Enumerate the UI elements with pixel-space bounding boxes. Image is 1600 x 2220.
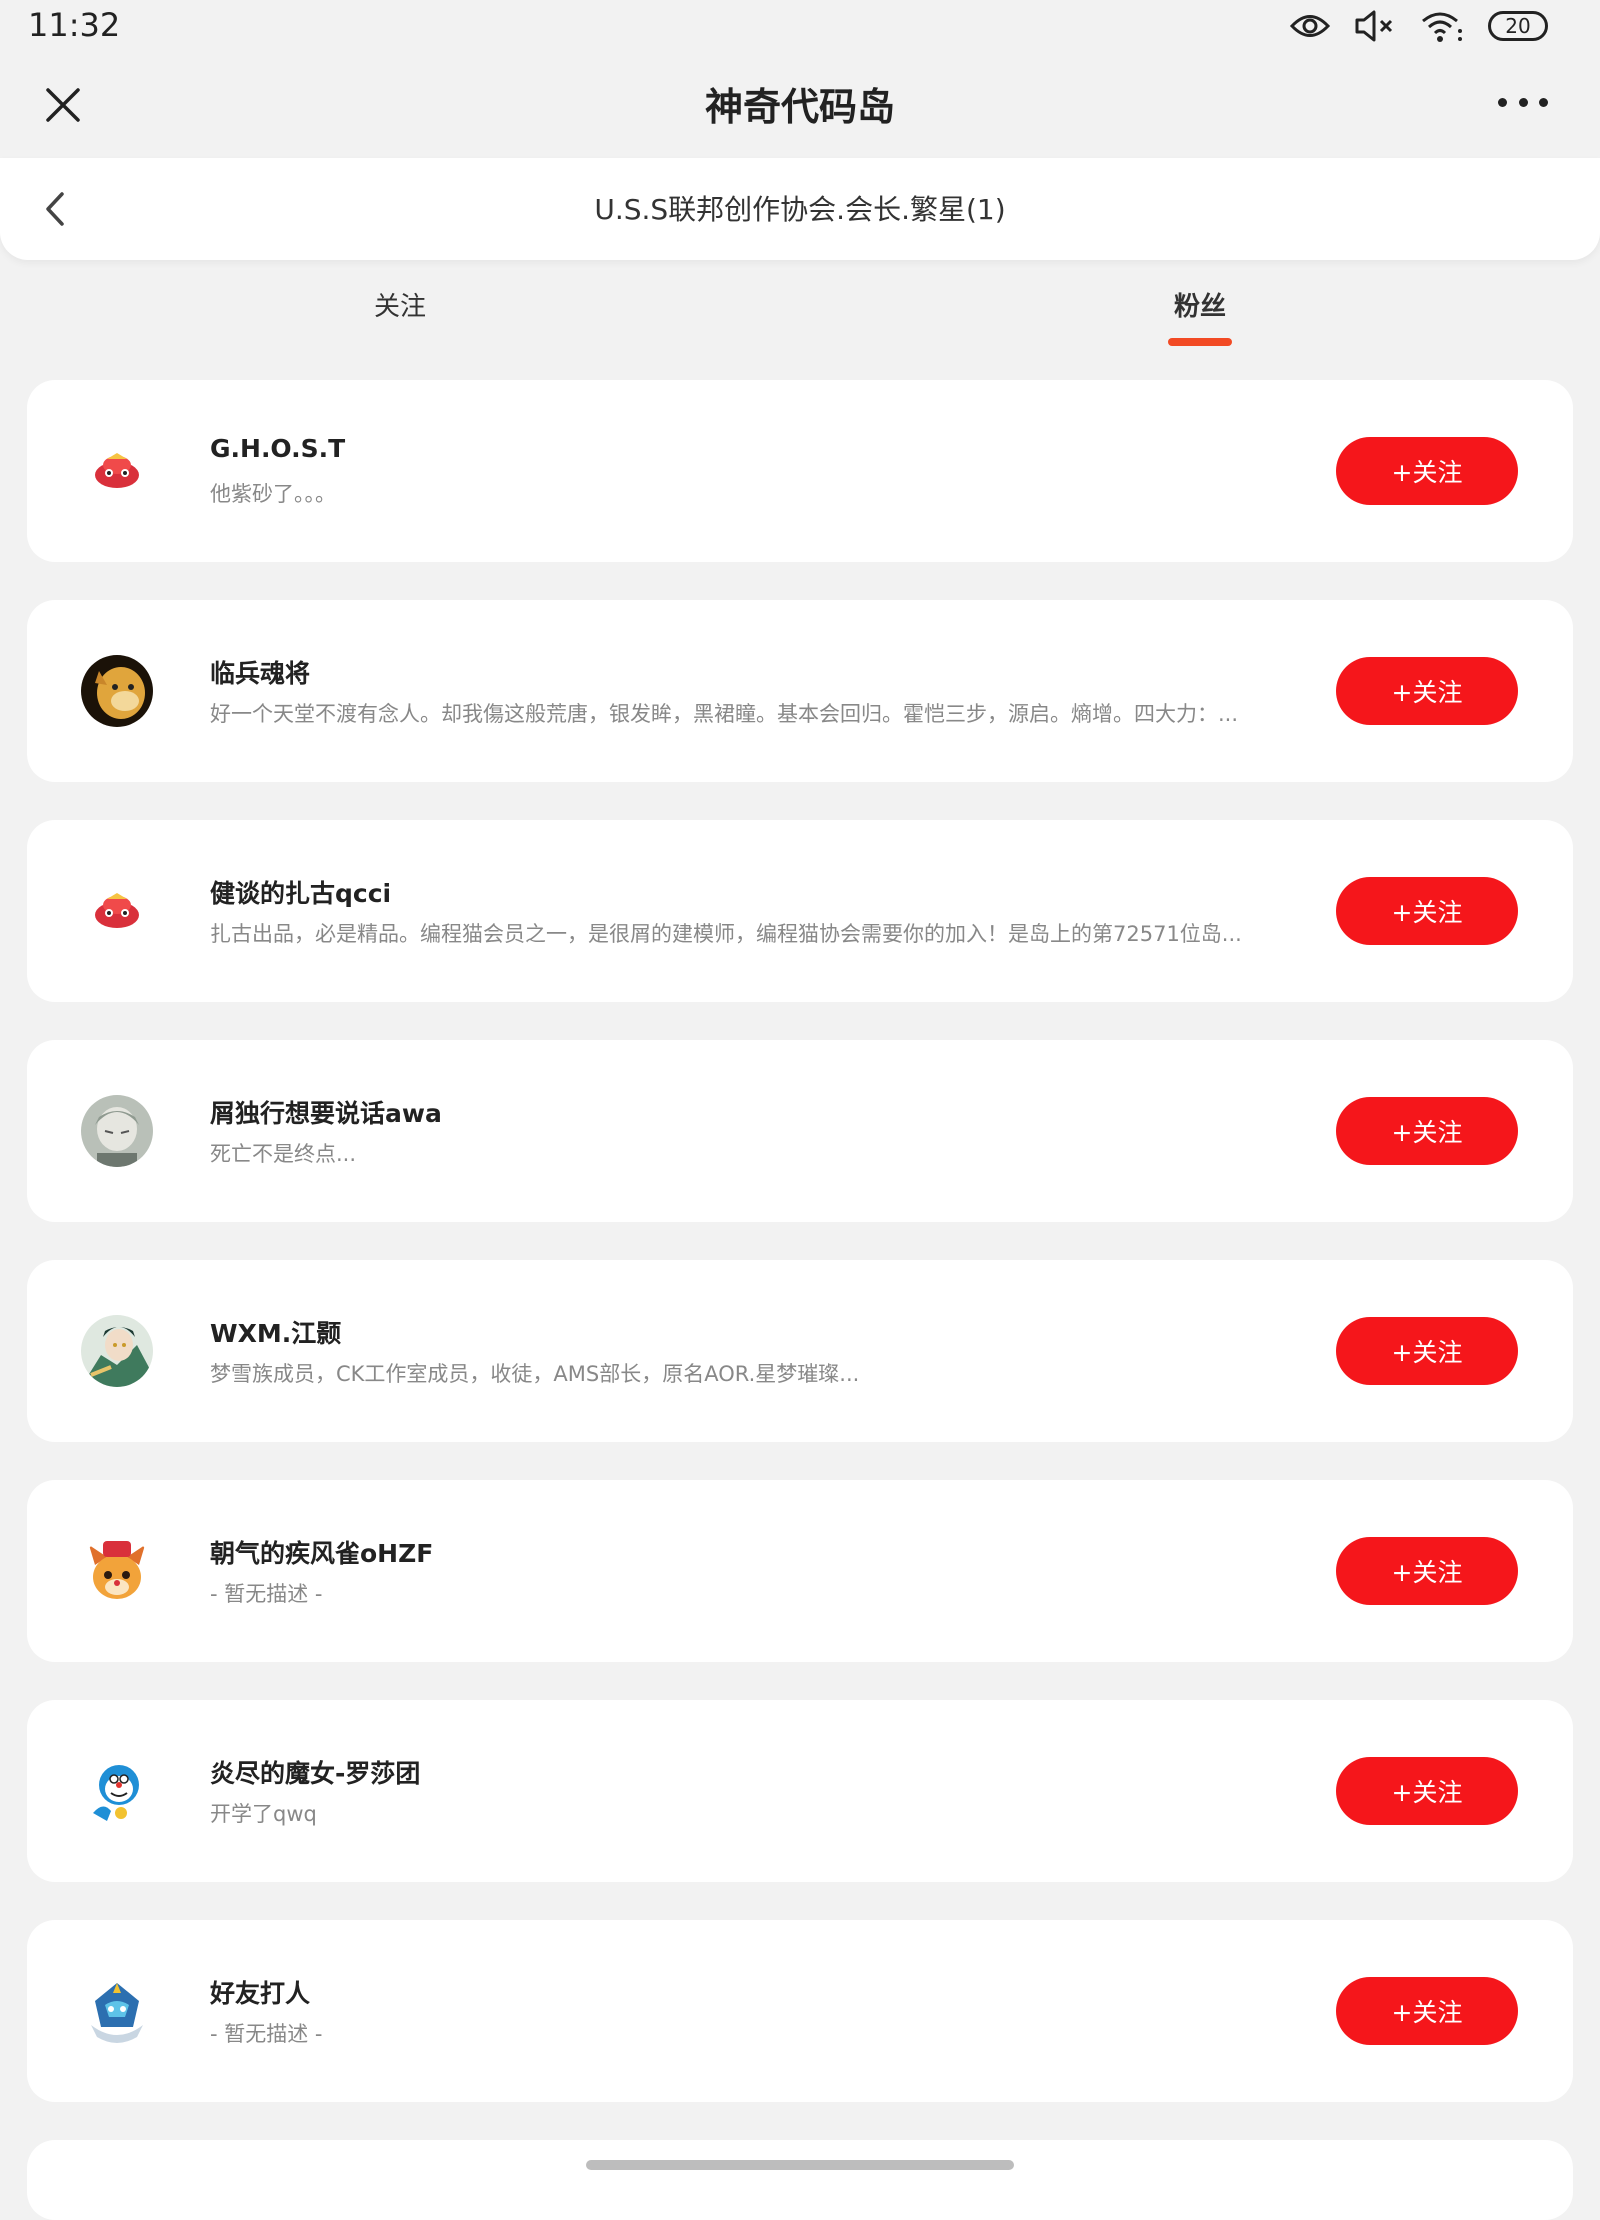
follow-button[interactable]: +关注 <box>1336 1537 1518 1605</box>
status-bar: 11:32 20 <box>0 0 1600 52</box>
more-dot <box>1539 97 1548 107</box>
battery-icon: 20 <box>1488 11 1548 41</box>
avatar[interactable] <box>81 875 153 947</box>
more-dot <box>1518 97 1528 107</box>
follow-button[interactable]: +关注 <box>1336 877 1518 945</box>
fan-description: 开学了qwq <box>210 1802 317 1826</box>
list-item[interactable]: G.H.O.S.T 他紫砂了。。。 +关注 <box>27 380 1573 562</box>
fan-description: 梦雪族成员，CK工作室成员，收徒，AMS部长，原名AOR.星梦璀璨... <box>210 1362 860 1386</box>
eye-icon <box>1290 13 1330 39</box>
title-bar: 神奇代码岛 <box>0 52 1600 158</box>
follow-button[interactable]: +关注 <box>1336 657 1518 725</box>
fan-name: 炎尽的魔女-罗莎团 <box>210 1759 421 1788</box>
wifi-icon <box>1420 9 1464 43</box>
list-item[interactable]: 健谈的扎古qcci 扎古出品，必是精品。编程猫会员之一，是很屑的建模师，编程猫协… <box>27 820 1573 1002</box>
active-tab-indicator <box>1167 338 1232 346</box>
avatar[interactable] <box>81 1535 153 1607</box>
list-item[interactable]: 临兵魂将 好一个天堂不渡有念人。却我傷这般荒唐，银发眸，黑裙瞳。基本会回归。霍恺… <box>27 600 1573 782</box>
tab-fans[interactable]: 粉丝 <box>1167 286 1232 346</box>
battery-level: 20 <box>1505 14 1531 38</box>
fan-name: 健谈的扎古qcci <box>210 879 392 908</box>
home-indicator[interactable] <box>586 2160 1014 2170</box>
list-item[interactable]: 好友打人 - 暂无描述 - +关注 <box>27 1920 1573 2102</box>
fan-description: 他紫砂了。。。 <box>210 482 336 506</box>
follow-button[interactable]: +关注 <box>1336 1317 1518 1385</box>
tab-bar: 关注 粉丝 <box>0 286 1600 350</box>
follow-button[interactable]: +关注 <box>1336 1097 1518 1165</box>
fan-description: - 暂无描述 - <box>210 1582 323 1606</box>
more-button[interactable] <box>1498 92 1548 112</box>
status-time: 11:32 <box>28 6 121 44</box>
status-icons: 20 <box>1290 6 1548 46</box>
tab-following[interactable]: 关注 <box>374 286 426 323</box>
avatar[interactable] <box>81 1975 153 2047</box>
fan-name: 好友打人 <box>210 1979 311 2008</box>
mute-icon <box>1354 9 1396 43</box>
fan-description: 好一个天堂不渡有念人。却我傷这般荒唐，银发眸，黑裙瞳。基本会回归。霍恺三步，源启… <box>210 702 1239 726</box>
fan-name: 屑独行想要说话awa <box>210 1099 442 1128</box>
sub-header: U.S.S联邦创作协会.会长.繁星(1) <box>0 158 1600 260</box>
fan-description: 扎古出品，必是精品。编程猫会员之一，是很屑的建模师，编程猫协会需要你的加入！是岛… <box>210 922 1242 946</box>
follow-button[interactable]: +关注 <box>1336 437 1518 505</box>
app-title: 神奇代码岛 <box>704 85 895 129</box>
avatar[interactable] <box>81 1315 153 1387</box>
tab-label: 粉丝 <box>1173 292 1227 322</box>
fan-description: - 暂无描述 - <box>210 2022 323 2046</box>
avatar[interactable] <box>81 1755 153 1827</box>
follow-button[interactable]: +关注 <box>1336 1977 1518 2045</box>
fan-name: WXM.江颢 <box>210 1319 342 1348</box>
fan-description: 死亡不是终点... <box>210 1142 357 1166</box>
list-item[interactable]: WXM.江颢 梦雪族成员，CK工作室成员，收徒，AMS部长，原名AOR.星梦璀璨… <box>27 1260 1573 1442</box>
fan-name: G.H.O.S.T <box>210 434 346 463</box>
sub-header-title: U.S.S联邦创作协会.会长.繁星(1) <box>594 193 1006 226</box>
list-item[interactable]: 朝气的疾风雀oHZF - 暂无描述 - +关注 <box>27 1480 1573 1662</box>
more-dot <box>1498 97 1507 107</box>
fan-name: 朝气的疾风雀oHZF <box>210 1539 434 1568</box>
fan-list: G.H.O.S.T 他紫砂了。。。 +关注 临兵魂将 好一个天堂不渡有念人。却我… <box>27 380 1573 2140</box>
tab-label: 关注 <box>373 292 427 322</box>
list-item-partial[interactable] <box>27 2140 1573 2220</box>
list-item[interactable]: 炎尽的魔女-罗莎团 开学了qwq +关注 <box>27 1700 1573 1882</box>
follow-button[interactable]: +关注 <box>1336 1757 1518 1825</box>
avatar[interactable] <box>81 435 153 507</box>
avatar[interactable] <box>81 1095 153 1167</box>
avatar[interactable] <box>81 655 153 727</box>
fan-name: 临兵魂将 <box>210 659 311 688</box>
list-item[interactable]: 屑独行想要说话awa 死亡不是终点... +关注 <box>27 1040 1573 1222</box>
